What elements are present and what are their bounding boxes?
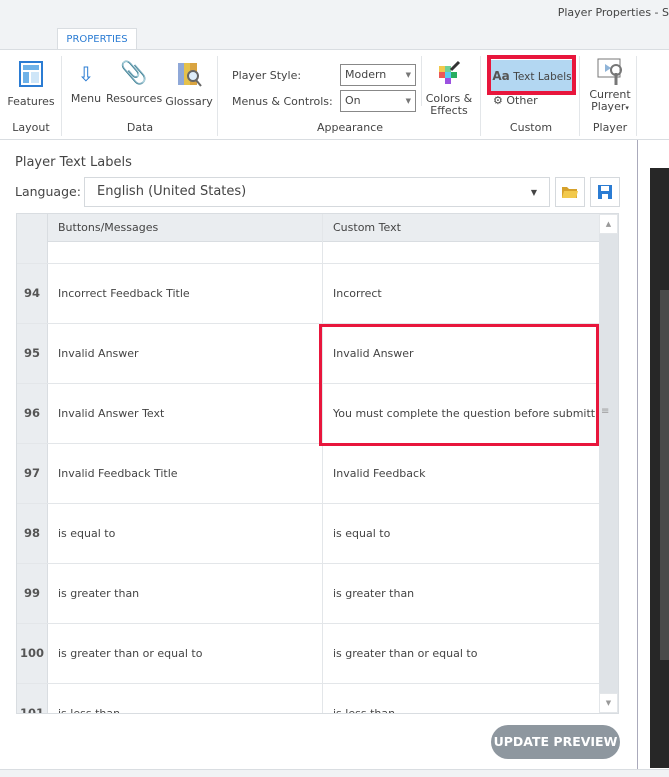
chevron-down-icon: ▼ <box>405 71 411 79</box>
panel-heading: Player Text Labels <box>15 155 132 170</box>
table-row <box>17 241 599 264</box>
button-message-name: Incorrect Feedback Title <box>58 287 190 300</box>
status-strip <box>0 769 669 777</box>
custom-text-cell[interactable]: is equal to <box>333 504 390 563</box>
group-appearance: Appearance <box>316 121 384 134</box>
button-message-name: Invalid Feedback Title <box>58 467 178 480</box>
table-row[interactable]: 98 is equal to is equal to <box>17 504 599 564</box>
button-message-name: Invalid Answer <box>58 347 139 360</box>
chevron-down-icon: ▼ <box>405 97 411 105</box>
language-value: English (United States) <box>97 184 247 199</box>
language-select[interactable]: English (United States) ▼ <box>84 177 550 207</box>
group-custom: Custom <box>509 121 553 134</box>
custom-text-cell[interactable]: is greater than or equal to <box>333 624 477 683</box>
highlight-box <box>319 324 599 446</box>
resources-button[interactable]: 📎 Resources <box>106 60 162 105</box>
row-number: 96 <box>17 384 48 443</box>
save-button[interactable] <box>590 177 620 207</box>
features-label: Features <box>7 95 55 108</box>
player-style-value: Modern <box>345 68 387 81</box>
table-row[interactable]: 101 is less than is less than <box>17 684 599 714</box>
row-number: 98 <box>17 504 48 563</box>
table-row[interactable]: 94 Incorrect Feedback Title Incorrect <box>17 264 599 324</box>
window-title: Player Properties - S <box>557 6 669 19</box>
player-style-select[interactable]: Modern ▼ <box>340 64 416 86</box>
scroll-up-icon[interactable]: ▲ <box>599 214 618 234</box>
button-message-name: is less than <box>58 707 121 714</box>
menu-button[interactable]: ⇩ Menu <box>68 60 104 105</box>
scroll-down-icon[interactable]: ▼ <box>599 693 618 713</box>
row-number: 95 <box>17 324 48 383</box>
row-header-corner <box>17 214 48 242</box>
button-message-name: Invalid Answer Text <box>58 407 165 420</box>
row-number: 101 <box>17 684 48 713</box>
custom-text-cell[interactable]: Incorrect <box>333 264 382 323</box>
save-icon <box>598 185 612 199</box>
text-labels-grid: Buttons/Messages Custom Text 94 Incorrect… <box>16 213 619 714</box>
open-folder-button[interactable] <box>555 177 585 207</box>
paperclip-icon: 📎 <box>120 61 148 86</box>
colors-effects-button[interactable]: Colors & Effects <box>424 60 474 117</box>
row-number: 97 <box>17 444 48 503</box>
group-data: Data <box>126 121 154 134</box>
button-message-name: is greater than <box>58 587 140 600</box>
menus-controls-select[interactable]: On ▼ <box>340 90 416 112</box>
group-layout: Layout <box>12 121 50 134</box>
chevron-down-icon: ▼ <box>530 188 537 197</box>
other-button[interactable]: ⚙ Other <box>493 94 538 107</box>
column-header-buttons-messages[interactable]: Buttons/Messages <box>58 221 158 234</box>
table-row[interactable]: 99 is greater than is greater than <box>17 564 599 624</box>
preview-content <box>660 290 669 660</box>
custom-text-cell[interactable]: Invalid Feedback <box>333 444 425 503</box>
table-row[interactable]: 97 Invalid Feedback Title Invalid Feedback <box>17 444 599 504</box>
menu-icon: ⇩ <box>77 62 95 86</box>
row-number: 99 <box>17 564 48 623</box>
highlight-box <box>487 55 576 95</box>
player-style-label: Player Style: <box>232 69 302 82</box>
row-number: 94 <box>17 264 48 323</box>
player-wrench-icon <box>597 58 622 85</box>
table-row[interactable]: 100 is greater than or equal to is greater… <box>17 624 599 684</box>
update-preview-button[interactable]: UPDATE PREVIEW <box>491 725 620 759</box>
language-label: Language: <box>15 184 81 199</box>
custom-text-cell[interactable]: is greater than <box>333 564 414 623</box>
row-number: 100 <box>17 624 48 683</box>
color-palette-icon <box>439 60 461 84</box>
column-header-custom-text[interactable]: Custom Text <box>333 221 401 234</box>
glossary-button[interactable]: Glossary <box>164 60 214 108</box>
menus-controls-value: On <box>345 94 361 107</box>
button-message-name: is equal to <box>58 527 116 540</box>
gear-icon: ⚙ <box>493 94 503 107</box>
folder-icon <box>562 187 578 198</box>
custom-text-cell[interactable]: is less than <box>333 684 395 713</box>
button-message-name: is greater than or equal to <box>58 647 203 660</box>
current-player-button[interactable]: Current Player▾ <box>584 56 636 114</box>
menus-controls-label: Menus & Controls: <box>232 95 333 108</box>
tab-properties[interactable]: PROPERTIES <box>57 28 137 50</box>
dropdown-arrow-icon: ▾ <box>625 104 629 112</box>
layout-icon <box>19 61 43 87</box>
group-player: Player <box>592 121 628 134</box>
features-button[interactable]: Features <box>6 60 56 108</box>
grid-header: Buttons/Messages Custom Text <box>17 214 599 242</box>
vertical-scrollbar[interactable]: ▲ ≡ ▼ <box>599 214 618 713</box>
scroll-thumb-grip-icon[interactable]: ≡ <box>601 406 609 417</box>
glossary-icon <box>178 63 202 87</box>
